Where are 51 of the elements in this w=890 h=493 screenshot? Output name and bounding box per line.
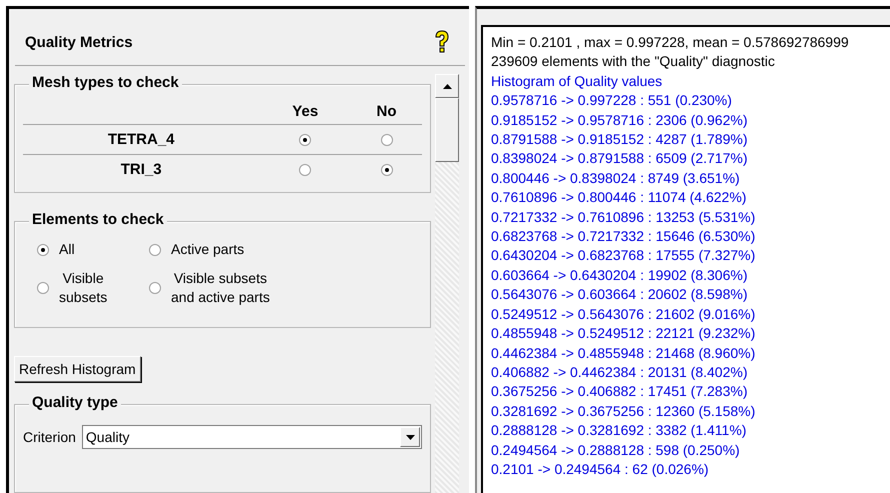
radio-button[interactable] (149, 244, 161, 256)
panel-title: Quality Metrics (25, 34, 133, 50)
histogram-line: 0.7217332 -> 0.7610896 : 13253 (5.531%) (491, 208, 756, 227)
option-label: Visible subsets and active parts (171, 269, 270, 307)
radio-button[interactable] (37, 244, 49, 256)
histogram-line: 0.9185152 -> 0.9578716 : 2306 (0.962%) (491, 110, 748, 130)
radio-button[interactable] (299, 134, 312, 146)
histogram-line: 0.5643076 -> 0.603664 : 20602 (8.598%) (491, 285, 748, 304)
radio-button[interactable] (299, 164, 312, 176)
histogram-line: 0.3281692 -> 0.3675256 : 12360 (5.158%) (491, 402, 756, 421)
histogram-line: 0.4462384 -> 0.4855948 : 21468 (8.960%) (491, 344, 756, 363)
group-title: Mesh types to check (29, 74, 182, 91)
scroll-up-button[interactable] (435, 74, 459, 98)
histogram-line: 0.2494564 -> 0.2888128 : 598 (0.250%) (491, 440, 741, 460)
histogram-line: 0.5249512 -> 0.5643076 : 21602 (9.016%) (491, 304, 756, 324)
scroll-thumb[interactable] (435, 98, 459, 162)
option-label: All (59, 240, 75, 259)
histogram-line: 0.6823768 -> 0.7217332 : 15646 (6.530%) (491, 227, 756, 246)
histogram-line: 0.8791588 -> 0.9185152 : 4287 (1.789%) (491, 130, 748, 150)
histogram-line: 0.603664 -> 0.6430204 : 19902 (8.306%) (491, 266, 748, 285)
histogram-line: 0.7610896 -> 0.800446 : 11074 (4.622%) (491, 188, 748, 208)
column-header: Yes (259, 99, 352, 124)
option-label: Active parts (171, 240, 244, 259)
refresh-button[interactable]: Refresh Histogram (14, 356, 141, 382)
mesh-type-label: TRI_3 (120, 161, 162, 178)
histogram-line: 0.2101 -> 0.2494564 : 62 (0.026%) (491, 460, 710, 479)
histogram-line: 0.4855948 -> 0.5249512 : 22121 (9.232%) (491, 324, 756, 344)
summary-line: Min = 0.2101 , max = 0.997228, mean = 0.578692786999 (491, 33, 850, 52)
help-icon[interactable] (433, 29, 451, 55)
histogram-line: 0.3675256 -> 0.406882 : 17451 (7.283%) (491, 382, 748, 402)
histogram-line: 0.9578716 -> 0.997228 : 551 (0.230%) (491, 91, 733, 110)
radio-button[interactable] (380, 164, 393, 176)
group-title: Quality type (29, 394, 121, 411)
scrollbar[interactable] (435, 74, 459, 493)
histogram-line: 0.406882 -> 0.4462384 : 20131 (8.402%) (491, 362, 748, 382)
radio-button[interactable] (380, 134, 393, 146)
histogram-line: 0.800446 -> 0.8398024 : 8749 (3.651%) (491, 168, 741, 188)
column-header: No (351, 99, 422, 124)
radio-button[interactable] (149, 282, 161, 294)
histogram-line: 0.6430204 -> 0.6823768 : 17555 (7.327%) (491, 246, 756, 266)
histogram-line: 0.8398024 -> 0.8791588 : 6509 (2.717%) (491, 149, 748, 168)
mesh-type-label: TETRA_4 (108, 131, 175, 148)
histogram-line: 0.2888128 -> 0.3281692 : 3382 (1.411%) (491, 421, 748, 440)
histogram-title: Histogram of Quality values (491, 72, 664, 91)
caret-icon (406, 434, 414, 440)
criterion-dropdown[interactable]: Quality (82, 425, 422, 449)
option-label: Visible subsets (59, 269, 108, 307)
radio-button[interactable] (37, 282, 49, 294)
up-arrow-icon (442, 84, 452, 88)
criterion-label: Criterion (23, 429, 76, 445)
summary-line: 239609 elements with the "Quality" diagnostic (491, 52, 776, 72)
